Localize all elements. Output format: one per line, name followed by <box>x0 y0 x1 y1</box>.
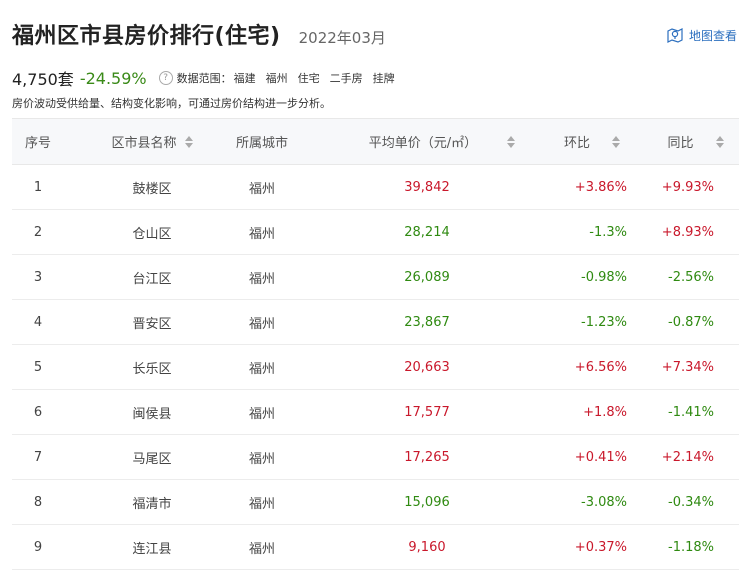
yoy-change-cell: -0.34% <box>668 494 714 510</box>
mom-change-cell: +3.86% <box>574 179 627 195</box>
city-cell: 福州 <box>248 451 275 467</box>
price-cell: 9,160 <box>408 539 446 555</box>
map-pin-icon <box>667 28 683 43</box>
sort-icon[interactable] <box>507 135 516 148</box>
rank-cell: 2 <box>33 224 43 240</box>
range-item-province: 福建 <box>233 72 256 85</box>
price-cell: 17,265 <box>404 449 450 465</box>
report-date: 2022年03月 <box>298 29 386 47</box>
city-cell: 福州 <box>248 496 275 512</box>
listing-change: -24.59% <box>79 68 147 88</box>
city-cell: 福州 <box>248 316 275 332</box>
table-row[interactable]: 1 鼓楼区 福州 39,842 +3.86% +9.93% <box>12 165 739 210</box>
table-row[interactable]: 4 晋安区 福州 23,867 -1.23% -0.87% <box>12 300 739 345</box>
help-icon[interactable]: ? <box>158 71 173 85</box>
summary-bar: 4,750套 -24.59% ? 数据范围： 福建 福州 住宅 二手房 挂牌 <box>12 66 395 90</box>
mom-change-cell: +6.56% <box>574 359 627 375</box>
city-cell: 福州 <box>248 226 275 242</box>
rank-cell: 9 <box>33 539 43 555</box>
col-mom[interactable]: 环比 <box>542 119 642 164</box>
sort-icon[interactable] <box>184 135 193 148</box>
price-cell: 28,214 <box>404 224 450 240</box>
district-name-cell[interactable]: 闽侯县 <box>82 390 222 434</box>
rank-cell: 8 <box>33 494 43 510</box>
sort-icon[interactable] <box>715 135 724 148</box>
data-range-label: 数据范围： <box>176 72 232 85</box>
yoy-change-cell: +8.93% <box>661 224 714 240</box>
price-cell: 15,096 <box>404 494 450 510</box>
mom-change-cell: -1.23% <box>581 314 627 330</box>
table-row[interactable]: 6 闽侯县 福州 17,577 +1.8% -1.41% <box>12 390 739 435</box>
col-price[interactable]: 平均单价（元/㎡） <box>352 119 532 164</box>
range-item-market: 二手房 <box>329 72 363 85</box>
col-rank: 序号 <box>24 136 51 151</box>
yoy-change-cell: +9.93% <box>661 179 714 195</box>
table-row[interactable]: 2 仓山区 福州 28,214 -1.3% +8.93% <box>12 210 739 255</box>
range-item-type: 住宅 <box>297 72 320 85</box>
price-cell: 20,663 <box>404 359 450 375</box>
col-yoy-label: 同比 <box>667 136 694 151</box>
district-name-cell[interactable]: 鼓楼区 <box>82 165 222 209</box>
mom-change-cell: +0.41% <box>574 449 627 465</box>
mom-change-cell: -1.3% <box>589 224 627 240</box>
col-city: 所属城市 <box>235 136 288 151</box>
listing-count: 4,750套 <box>12 70 74 89</box>
price-cell: 17,577 <box>404 404 450 420</box>
yoy-change-cell: +7.34% <box>661 359 714 375</box>
map-view-link[interactable]: 地图查看 <box>666 26 737 44</box>
mom-change-cell: -3.08% <box>581 494 627 510</box>
mom-change-cell: -0.98% <box>581 269 627 285</box>
yoy-change-cell: -0.87% <box>668 314 714 330</box>
col-district-label: 区市县名称 <box>111 136 177 151</box>
yoy-change-cell: -2.56% <box>668 269 714 285</box>
table-header: 序号 区市县名称 所属城市 平均单价（元/㎡） 环比 同比 <box>12 118 739 165</box>
district-name-cell[interactable]: 马尾区 <box>82 435 222 479</box>
table-row[interactable]: 3 台江区 福州 26,089 -0.98% -2.56% <box>12 255 739 300</box>
yoy-change-cell: -1.18% <box>668 539 714 555</box>
district-name-cell[interactable]: 长乐区 <box>82 345 222 389</box>
rank-cell: 1 <box>33 179 43 195</box>
range-item-source: 挂牌 <box>372 72 395 85</box>
city-cell: 福州 <box>248 271 275 287</box>
col-yoy[interactable]: 同比 <box>652 119 739 164</box>
city-cell: 福州 <box>248 181 275 197</box>
table-body: 1 鼓楼区 福州 39,842 +3.86% +9.93% 2 仓山区 福州 28,214 -1.3… <box>12 165 739 570</box>
col-district[interactable]: 区市县名称 <box>82 119 222 164</box>
range-item-city: 福州 <box>265 72 288 85</box>
city-cell: 福州 <box>248 361 275 377</box>
table-row[interactable]: 9 连江县 福州 9,160 +0.37% -1.18% <box>12 525 739 570</box>
col-mom-label: 环比 <box>563 136 590 151</box>
district-name-cell[interactable]: 仓山区 <box>82 210 222 254</box>
price-cell: 39,842 <box>404 179 450 195</box>
rank-cell: 3 <box>33 269 43 285</box>
rank-cell: 7 <box>33 449 43 465</box>
table-row[interactable]: 7 马尾区 福州 17,265 +0.41% +2.14% <box>12 435 739 480</box>
rank-cell: 5 <box>33 359 43 375</box>
city-cell: 福州 <box>248 406 275 422</box>
page-title: 福州区市县房价排行(住宅) <box>12 24 281 49</box>
yoy-change-cell: -1.41% <box>668 404 714 420</box>
city-cell: 福州 <box>248 541 275 557</box>
price-cell: 26,089 <box>404 269 450 285</box>
mom-change-cell: +1.8% <box>583 404 627 420</box>
rank-cell: 4 <box>33 314 43 330</box>
district-name-cell[interactable]: 连江县 <box>82 525 222 569</box>
price-cell: 23,867 <box>404 314 450 330</box>
table-row[interactable]: 8 福清市 福州 15,096 -3.08% -0.34% <box>12 480 739 525</box>
table-row[interactable]: 5 长乐区 福州 20,663 +6.56% +7.34% <box>12 345 739 390</box>
yoy-change-cell: +2.14% <box>661 449 714 465</box>
col-price-label: 平均单价（元/㎡） <box>368 136 478 151</box>
district-name-cell[interactable]: 台江区 <box>82 255 222 299</box>
district-name-cell[interactable]: 晋安区 <box>82 300 222 344</box>
map-view-label: 地图查看 <box>688 28 737 43</box>
mom-change-cell: +0.37% <box>574 539 627 555</box>
page-header: 福州区市县房价排行(住宅) 2022年03月 <box>12 18 386 50</box>
analysis-note: 房价波动受供给量、结构变化影响，可通过房价结构进一步分析。 <box>12 97 331 110</box>
district-name-cell[interactable]: 福清市 <box>82 480 222 524</box>
rank-cell: 6 <box>33 404 43 420</box>
ranking-table: 序号 区市县名称 所属城市 平均单价（元/㎡） 环比 同比 1 鼓楼区 福州 39,8… <box>12 118 739 570</box>
sort-icon[interactable] <box>612 135 620 148</box>
